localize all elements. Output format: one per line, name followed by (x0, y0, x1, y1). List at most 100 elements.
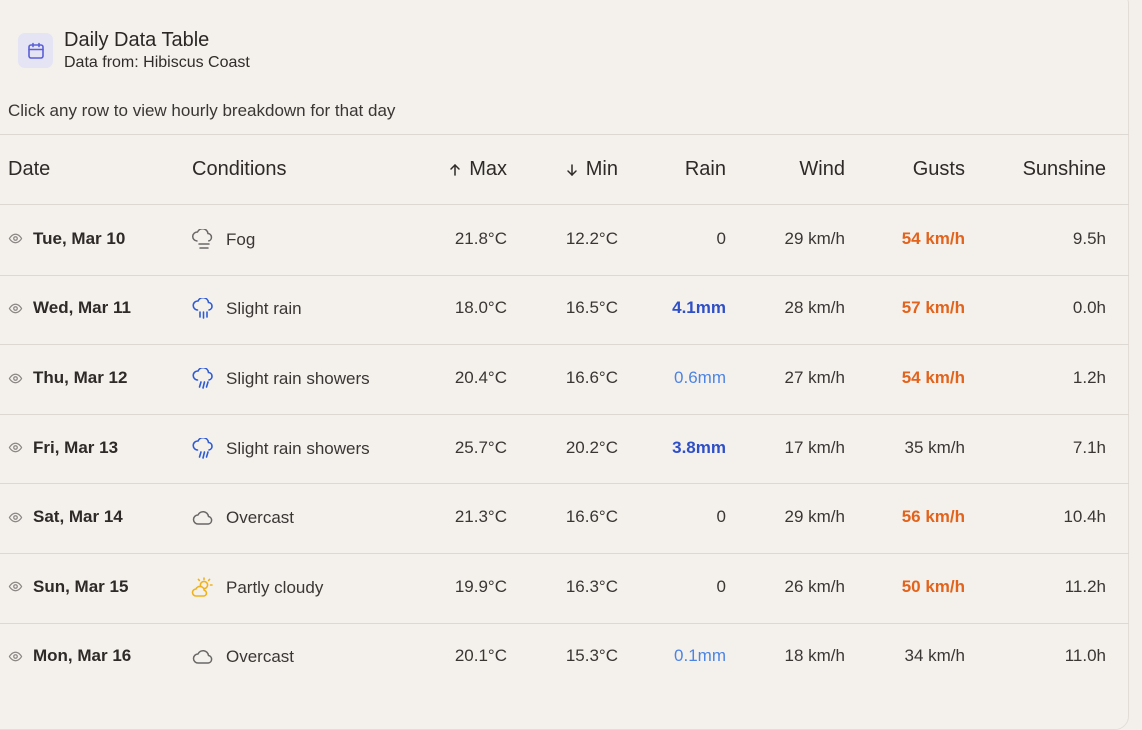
table-header: Daily Data Table Data from: Hibiscus Coa… (18, 28, 250, 73)
column-header-rain[interactable]: Rain (646, 158, 726, 181)
row-date: Mon, Mar 16 (8, 646, 131, 666)
row-conditions-label: Slight rain showers (226, 369, 370, 388)
row-max: 25.7°C (454, 437, 507, 457)
eye-icon (8, 512, 23, 523)
row-sunshine: 11.0h (1064, 646, 1106, 666)
row-min: 16.6°C (565, 368, 618, 387)
row-date: Wed, Mar 11 (8, 298, 131, 318)
row-date: Fri, Mar 13 (8, 438, 118, 458)
fog-icon (191, 228, 226, 251)
row-min: 12.2°C (565, 228, 618, 248)
column-header-wind[interactable]: Wind (764, 158, 845, 181)
row-max: 21.3°C (454, 507, 507, 527)
row-rain: 0 (716, 507, 726, 527)
row-gusts: 35 km/h (904, 437, 965, 457)
row-max: 20.1°C (454, 646, 507, 666)
data-source: Data from: Hibiscus Coast (64, 53, 250, 73)
row-sunshine: 1.2h (1072, 368, 1106, 387)
calendar-icon (18, 33, 53, 68)
rain-icon (191, 298, 226, 320)
row-date-label: Fri, Mar 13 (33, 437, 119, 457)
row-conditions: Slight rain (191, 298, 302, 320)
eye-icon (8, 581, 23, 592)
arrow-up-icon (450, 163, 460, 176)
cloud-icon (191, 646, 226, 668)
row-max: 18.0°C (454, 298, 507, 318)
row-date-label: Sun, Mar 15 (33, 576, 129, 596)
row-rain: 0.6mm (674, 368, 726, 387)
row-gusts: 57 km/h (901, 298, 965, 318)
row-conditions-label: Partly cloudy (226, 577, 324, 597)
row-min: 16.6°C (565, 507, 618, 527)
row-wind: 28 km/h (784, 298, 845, 318)
divider (0, 134, 1129, 135)
row-wind: 29 km/h (784, 507, 845, 527)
row-date: Tue, Mar 10 (8, 229, 125, 249)
row-conditions: Slight rain showers (191, 437, 370, 460)
row-sunshine: 0.0h (1072, 298, 1106, 318)
instruction-text: Click any row to view hourly breakdown f… (8, 101, 396, 120)
row-date-label: Mon, Mar 16 (33, 646, 132, 666)
row-max: 20.4°C (454, 368, 507, 387)
row-min: 15.3°C (565, 646, 618, 666)
eye-icon (8, 442, 23, 453)
arrow-down-icon (567, 163, 577, 176)
column-header-conditions[interactable]: Conditions (192, 158, 287, 181)
row-rain: 0 (716, 576, 726, 596)
row-min: 16.5°C (565, 298, 618, 318)
row-conditions: Overcast (191, 507, 294, 529)
row-rain: 0 (716, 228, 726, 248)
row-gusts: 50 km/h (901, 576, 965, 596)
row-gusts: 34 km/h (904, 646, 965, 666)
row-wind: 26 km/h (784, 576, 845, 596)
row-date-label: Sat, Mar 14 (33, 507, 123, 527)
data-source-label: Data from: (64, 54, 139, 71)
column-header-date[interactable]: Date (8, 158, 50, 181)
row-gusts: 56 km/h (901, 507, 965, 527)
row-max: 19.9°C (454, 576, 507, 596)
column-header-sunshine[interactable]: Sunshine (1000, 158, 1106, 181)
row-date: Sun, Mar 15 (8, 577, 128, 597)
rain-showers-icon (191, 368, 226, 390)
column-header-min-label: Min (585, 158, 618, 180)
row-date-label: Wed, Mar 11 (33, 298, 131, 318)
row-min: 20.2°C (565, 437, 618, 457)
row-wind: 18 km/h (784, 646, 845, 666)
row-max: 21.8°C (454, 228, 507, 248)
row-wind: 17 km/h (784, 437, 845, 457)
row-conditions: Slight rain showers (191, 368, 370, 390)
row-rain: 0.1mm (674, 646, 726, 666)
row-date: Sat, Mar 14 (8, 507, 123, 527)
row-date-label: Tue, Mar 10 (33, 228, 126, 248)
cloud-icon (191, 507, 226, 529)
rain-showers-icon (191, 437, 226, 460)
row-sunshine: 9.5h (1072, 228, 1106, 248)
row-conditions-label: Overcast (226, 508, 295, 528)
page-title: Daily Data Table (64, 29, 210, 51)
row-wind: 29 km/h (784, 228, 845, 248)
row-min: 16.3°C (565, 576, 618, 596)
eye-icon (8, 373, 23, 383)
row-rain: 4.1mm (672, 298, 726, 318)
column-header-min[interactable]: Min (556, 158, 618, 181)
row-conditions-label: Slight rain showers (226, 438, 370, 458)
partly-cloudy-icon (191, 576, 226, 599)
eye-icon (8, 303, 23, 314)
column-header-gusts[interactable]: Gusts (880, 158, 965, 181)
column-header-max[interactable]: Max (440, 158, 507, 181)
row-sunshine: 11.2h (1064, 576, 1106, 596)
eye-icon (8, 233, 23, 244)
row-gusts: 54 km/h (901, 368, 965, 387)
row-conditions-label: Slight rain (226, 299, 302, 319)
column-header-max-label: Max (469, 158, 507, 180)
row-conditions: Fog (191, 228, 256, 251)
row-sunshine: 7.1h (1072, 437, 1106, 457)
row-conditions-label: Overcast (226, 647, 295, 667)
row-wind: 27 km/h (784, 368, 845, 387)
row-conditions-label: Fog (226, 229, 256, 249)
location-name: Hibiscus Coast (143, 54, 250, 71)
row-gusts: 54 km/h (901, 228, 965, 248)
eye-icon (8, 651, 23, 662)
row-conditions: Overcast (191, 646, 294, 668)
row-conditions: Partly cloudy (191, 576, 324, 599)
